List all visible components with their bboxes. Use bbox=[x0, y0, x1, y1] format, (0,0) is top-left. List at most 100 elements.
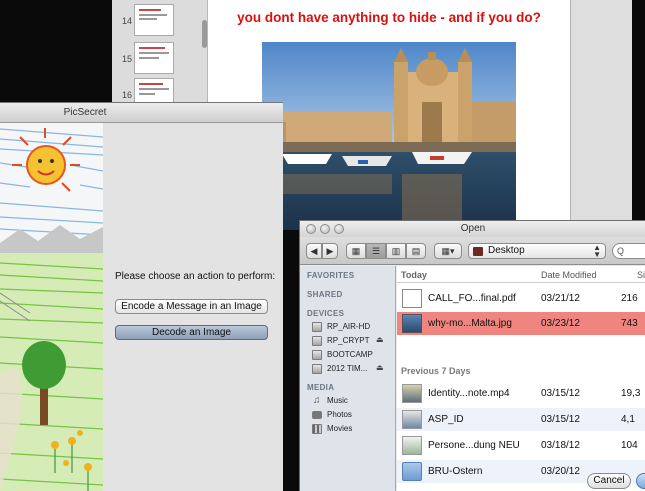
group-header-today: Today bbox=[401, 270, 427, 280]
column-view-button[interactable]: ▥ bbox=[386, 243, 406, 259]
file-list[interactable]: Today Date Modified Si CALL_FO...final.p… bbox=[397, 266, 645, 491]
shared-header: SHARED bbox=[307, 290, 343, 299]
sidebar-item-label: BOOTCAMP bbox=[327, 350, 373, 359]
file-name: BRU-Ostern bbox=[428, 466, 483, 477]
file-size: 216 bbox=[621, 293, 638, 304]
chevron-updown-icon: ▲ ▼ bbox=[593, 243, 601, 259]
hard-drive-icon bbox=[312, 322, 322, 332]
action-prompt: Please choose an action to perform: bbox=[115, 271, 276, 282]
file-size: 4,1 bbox=[621, 414, 635, 425]
file-size: 19,3 bbox=[621, 388, 641, 399]
cancel-button[interactable]: Cancel bbox=[587, 473, 631, 489]
sidebar-item-rp-air-hd[interactable]: RP_AIR-HD bbox=[312, 321, 394, 334]
file-row[interactable]: Identity...note.mp4 03/15/12 19,3 bbox=[397, 382, 645, 405]
file-name: CALL_FO...final.pdf bbox=[428, 293, 516, 304]
date-modified-column-header[interactable]: Date Modified bbox=[541, 270, 597, 280]
list-view-button[interactable]: ☰ bbox=[366, 243, 386, 259]
icon-view-icon: ▦ bbox=[351, 246, 361, 256]
page-preview bbox=[134, 42, 174, 74]
music-icon: ♫ bbox=[313, 395, 321, 406]
open-dialog: Open ◀ ▶ ▦ ☰ ▥ ▤ ▦▾ Desktop ▲ ▼ Q FAVORIT… bbox=[299, 220, 645, 491]
dialog-sidebar: FAVORITES SHARED DEVICES RP_AIR-HD RP_CR… bbox=[300, 266, 396, 491]
video-file-icon bbox=[402, 384, 422, 403]
file-date: 03/15/12 bbox=[541, 388, 580, 399]
desktop-folder-icon bbox=[473, 247, 483, 256]
page-number: 15 bbox=[121, 54, 132, 64]
media-header: MEDIA bbox=[307, 383, 335, 392]
sidebar-item-label: Movies bbox=[327, 424, 353, 433]
thumbnail-scrollbar[interactable] bbox=[202, 20, 207, 48]
file-size: 104 bbox=[621, 440, 638, 451]
size-column-header[interactable]: Si bbox=[637, 270, 645, 280]
search-input[interactable]: Q bbox=[612, 243, 645, 259]
file-name: Identity...note.mp4 bbox=[428, 388, 510, 399]
coverflow-icon: ▤ bbox=[411, 246, 421, 256]
icon-view-button[interactable]: ▦ bbox=[346, 243, 366, 259]
location-dropdown[interactable]: Desktop ▲ ▼ bbox=[468, 243, 606, 259]
file-date: 03/18/12 bbox=[541, 440, 580, 451]
page-preview bbox=[134, 4, 174, 36]
decode-image-button[interactable]: Decode an Image bbox=[115, 325, 268, 340]
sidebar-item-photos[interactable]: Photos bbox=[312, 409, 394, 422]
malta-harbor-photo bbox=[262, 42, 516, 230]
open-dialog-titlebar[interactable]: Open bbox=[300, 221, 645, 237]
sidebar-item-label: RP_CRYPT bbox=[327, 336, 370, 345]
file-name: why-mo...Malta.jpg bbox=[428, 318, 512, 329]
file-row[interactable]: Persone...dung NEU 03/18/12 104 bbox=[397, 434, 645, 457]
file-date: 03/15/12 bbox=[541, 414, 580, 425]
file-date: 03/23/12 bbox=[541, 318, 580, 329]
crayon-drawing-image bbox=[0, 123, 103, 491]
hard-drive-icon bbox=[312, 336, 322, 346]
arrange-button[interactable]: ▦▾ bbox=[434, 243, 462, 259]
sidebar-item-label: Photos bbox=[327, 410, 352, 419]
picsecret-titlebar[interactable]: PicSecret bbox=[0, 103, 283, 123]
document-file-icon bbox=[402, 410, 422, 429]
film-icon bbox=[312, 424, 322, 434]
file-row-selected[interactable]: why-mo...Malta.jpg 03/23/12 743 bbox=[397, 312, 645, 335]
inspector-panel bbox=[570, 0, 632, 230]
image-file-icon bbox=[402, 314, 422, 333]
page-number: 14 bbox=[121, 16, 132, 26]
desktop: 14 15 16 you dont have anything to hide … bbox=[0, 0, 645, 491]
back-button[interactable]: ◀ bbox=[306, 243, 322, 259]
file-row[interactable]: CALL_FO...final.pdf 03/21/12 216 bbox=[397, 287, 645, 310]
camera-icon bbox=[312, 411, 322, 419]
window-title: PicSecret bbox=[63, 107, 107, 118]
sidebar-item-label: RP_AIR-HD bbox=[327, 322, 371, 331]
encode-message-button[interactable]: Encode a Message in an Image bbox=[115, 299, 268, 314]
forward-button[interactable]: ▶ bbox=[322, 243, 338, 259]
column-header: Today Date Modified Si bbox=[397, 266, 645, 283]
sidebar-item-bootcamp[interactable]: BOOTCAMP bbox=[312, 349, 394, 362]
keynote-file-icon bbox=[402, 436, 422, 455]
open-button[interactable] bbox=[636, 473, 645, 489]
file-name: ASP_ID bbox=[428, 414, 464, 425]
sidebar-item-time-machine[interactable]: 2012 TIM... ⏏ bbox=[312, 363, 394, 376]
hard-drive-icon bbox=[312, 350, 322, 360]
page-thumbnail[interactable]: 14 bbox=[112, 2, 208, 38]
eject-icon[interactable]: ⏏ bbox=[376, 335, 384, 344]
coverflow-view-button[interactable]: ▤ bbox=[406, 243, 426, 259]
favorites-header: FAVORITES bbox=[307, 271, 355, 280]
arrange-icon: ▦▾ bbox=[441, 246, 455, 256]
picsecret-window: PicSecret Please choose an action to per… bbox=[0, 102, 283, 491]
dialog-toolbar: ◀ ▶ ▦ ☰ ▥ ▤ ▦▾ Desktop ▲ ▼ Q bbox=[300, 237, 645, 265]
sidebar-item-label: 2012 TIM... bbox=[327, 364, 368, 373]
group-header-previous-7-days: Previous 7 Days bbox=[401, 366, 471, 376]
action-panel: Please choose an action to perform: Enco… bbox=[103, 123, 283, 491]
eject-icon[interactable]: ⏏ bbox=[376, 363, 384, 372]
folder-icon bbox=[402, 462, 422, 481]
dialog-title: Open bbox=[460, 223, 486, 234]
sidebar-item-movies[interactable]: Movies bbox=[312, 423, 394, 436]
sidebar-item-label: Music bbox=[327, 396, 348, 405]
document-heading: you dont have anything to hide - and if … bbox=[237, 10, 541, 25]
hard-drive-icon bbox=[312, 364, 322, 374]
forward-arrow-icon: ▶ bbox=[326, 246, 334, 256]
sidebar-item-rp-crypt[interactable]: RP_CRYPT ⏏ bbox=[312, 335, 394, 348]
location-label: Desktop bbox=[488, 245, 525, 256]
page-thumbnail[interactable]: 15 bbox=[112, 40, 208, 76]
page-number: 16 bbox=[121, 90, 132, 100]
sidebar-item-music[interactable]: ♫ Music bbox=[312, 395, 394, 408]
file-name: Persone...dung NEU bbox=[428, 440, 520, 451]
file-row[interactable]: ASP_ID 03/15/12 4,1 bbox=[397, 408, 645, 431]
list-view-icon: ☰ bbox=[371, 246, 381, 256]
